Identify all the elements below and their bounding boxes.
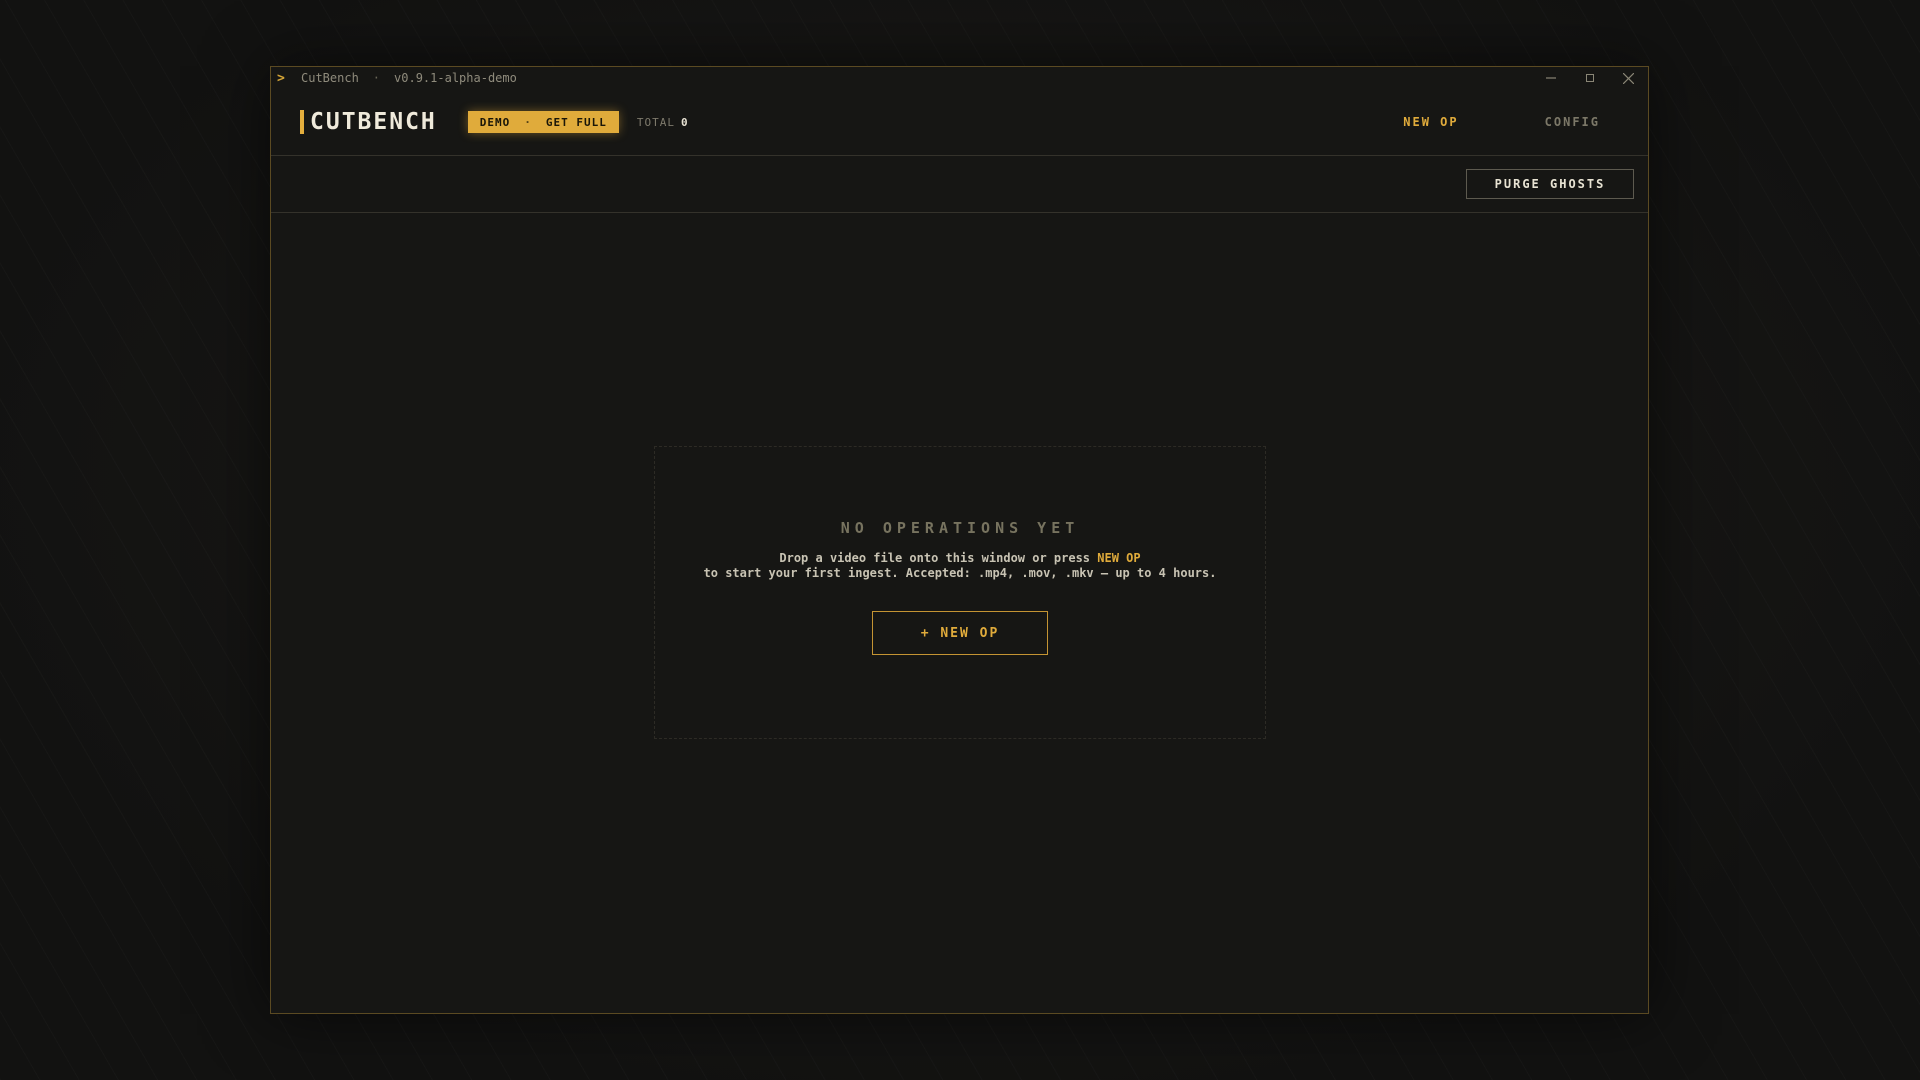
empty-desc-line2: to start your first ingest. Accepted: .m…	[703, 566, 1217, 580]
empty-state-card: NO OPERATIONS YET Drop a video file onto…	[654, 446, 1266, 739]
nav-new-op[interactable]: NEW OP	[1403, 115, 1458, 129]
maximize-icon	[1585, 74, 1594, 82]
demo-get-full-badge[interactable]: DEMO · GET FULL	[467, 111, 619, 133]
logo-bar	[300, 110, 304, 134]
close-icon	[1623, 72, 1634, 84]
window-title-separator: ·	[372, 71, 381, 85]
total-value: 0	[681, 115, 689, 129]
logo-text: CUTBENCH	[310, 109, 437, 135]
maximize-button[interactable]	[1570, 67, 1609, 89]
empty-state-description: Drop a video file onto this window or pr…	[700, 551, 1220, 581]
app-header: CUTBENCH DEMO · GET FULL TOTAL 0 NEW OP C…	[271, 89, 1648, 156]
nav-config[interactable]: CONFIG	[1545, 115, 1600, 129]
title-bar[interactable]: > CutBench · v0.9.1-alpha-demo	[271, 67, 1648, 89]
toolbar: PURGE GHOSTS	[271, 156, 1648, 213]
purge-ghosts-button[interactable]: PURGE GHOSTS	[1466, 169, 1634, 199]
new-op-button[interactable]: + NEW OP	[872, 611, 1048, 655]
window-controls	[1531, 67, 1648, 89]
header-nav: NEW OP CONFIG	[1403, 89, 1648, 155]
app-window: > CutBench · v0.9.1-alpha-demo CUTBENCH …	[270, 66, 1649, 1014]
window-title-app-name: CutBench	[301, 71, 359, 85]
empty-desc-highlight: NEW OP	[1097, 551, 1141, 565]
logo[interactable]: CUTBENCH	[300, 109, 437, 135]
window-title-version: v0.9.1-alpha-demo	[394, 71, 517, 85]
empty-desc-line1: Drop a video file onto this window or pr…	[779, 551, 1098, 565]
badge-separator: ·	[524, 115, 532, 129]
get-full-label: GET FULL	[545, 115, 607, 129]
minimize-icon	[1545, 77, 1556, 79]
close-button[interactable]	[1609, 67, 1648, 89]
chevron-right-icon: >	[277, 70, 285, 86]
empty-state-title: NO OPERATIONS YET	[840, 519, 1080, 537]
total-counter: TOTAL 0	[637, 116, 689, 129]
total-label: TOTAL	[636, 115, 676, 129]
demo-label: DEMO	[479, 115, 511, 129]
minimize-button[interactable]	[1531, 67, 1570, 89]
